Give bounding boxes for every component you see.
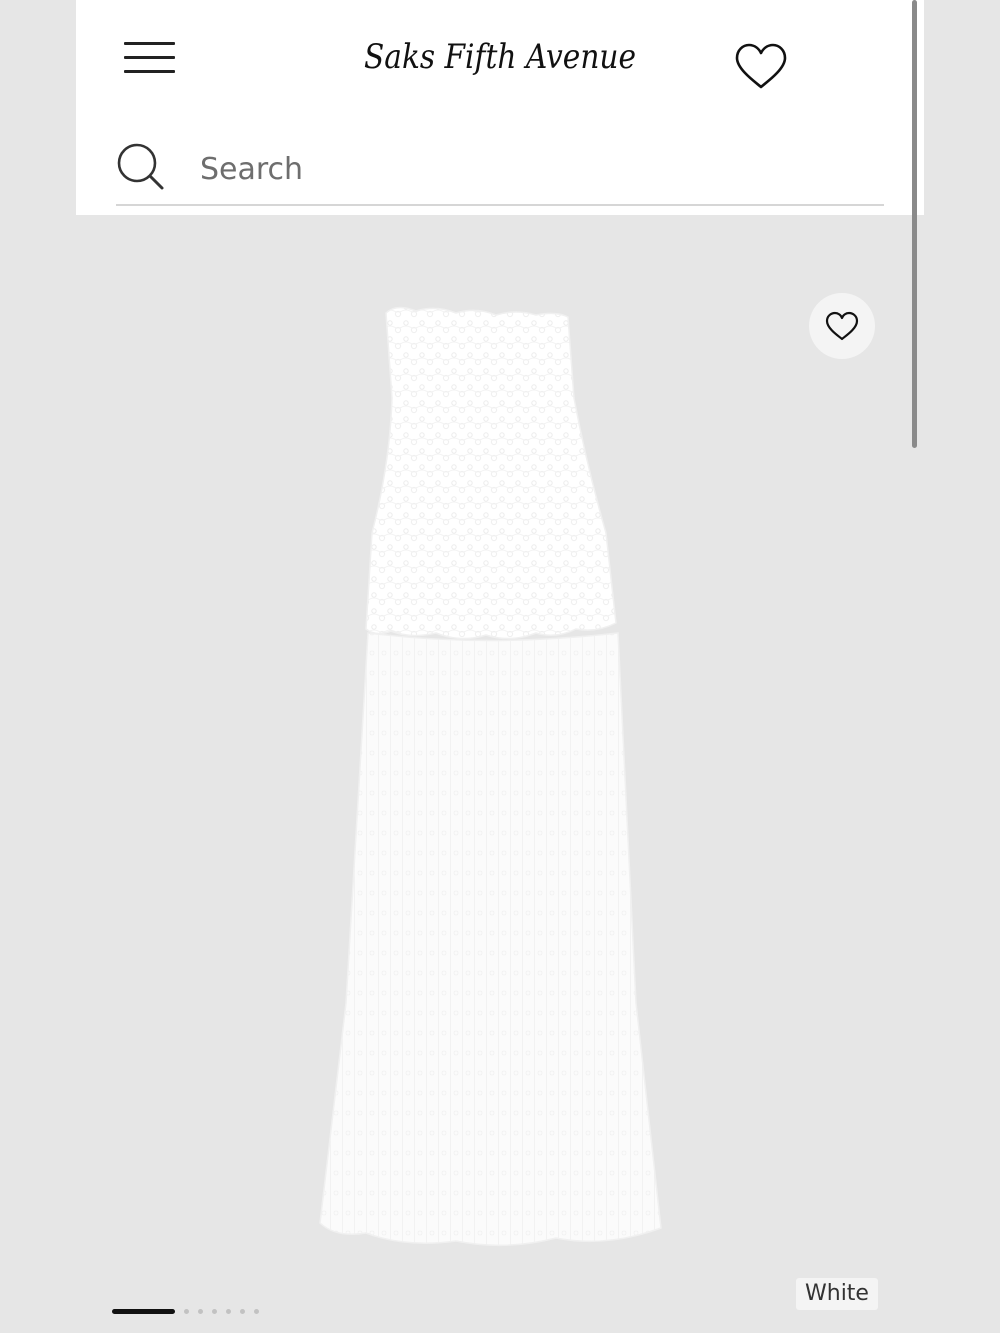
pagination-dot[interactable]: [226, 1309, 231, 1314]
product-image: [319, 306, 662, 1247]
menu-button[interactable]: [120, 36, 176, 80]
background-right: [924, 0, 1000, 1333]
background-left: [0, 0, 76, 1333]
dress-bodice: [365, 306, 617, 640]
product-image-gallery[interactable]: White: [76, 215, 924, 1333]
pagination-dot[interactable]: [212, 1309, 217, 1314]
search-input[interactable]: [198, 146, 862, 192]
pagination-dot[interactable]: [240, 1309, 245, 1314]
heart-icon: [825, 311, 859, 341]
pagination-dot[interactable]: [184, 1309, 189, 1314]
app-screen: Saks Fifth Avenue Search White: [76, 0, 924, 1333]
dress-skirt: [319, 632, 662, 1247]
saks-fifth-avenue-logo[interactable]: Saks Fifth Avenue: [360, 26, 640, 86]
logo-text: Saks Fifth Avenue: [364, 37, 636, 77]
pagination-dot[interactable]: [254, 1309, 259, 1314]
header: Saks Fifth Avenue: [76, 0, 924, 215]
search-icon[interactable]: [116, 142, 166, 192]
scrollbar[interactable]: [912, 0, 917, 448]
favorite-image-button[interactable]: [809, 293, 875, 359]
menu-icon-line: [124, 42, 175, 45]
pagination-dot[interactable]: [198, 1309, 203, 1314]
color-badge: White: [796, 1278, 878, 1310]
search-bar: [116, 136, 884, 206]
pagination-dot-active[interactable]: [112, 1309, 175, 1314]
heart-icon: [735, 43, 787, 89]
menu-icon-line: [124, 70, 175, 73]
favorites-button[interactable]: [733, 40, 789, 92]
menu-icon-line: [124, 56, 175, 59]
